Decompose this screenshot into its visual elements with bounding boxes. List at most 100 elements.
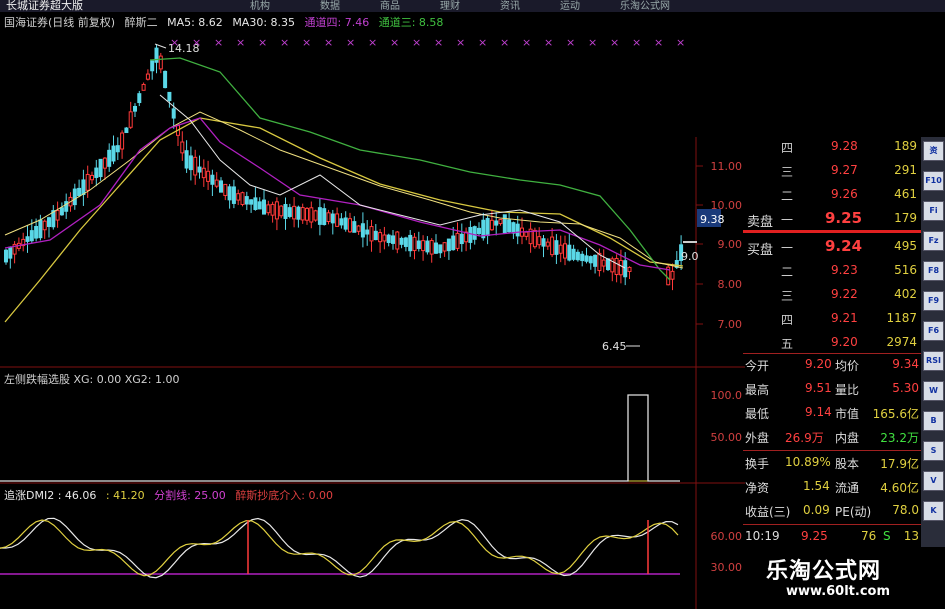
sidebar-button[interactable]: Fz	[923, 231, 944, 251]
bid-volume: 516	[894, 263, 917, 277]
candle-body	[412, 236, 417, 252]
candle-body	[515, 223, 520, 237]
candle-body	[124, 127, 129, 134]
signal-marker: ×	[236, 36, 245, 49]
candle-body	[137, 93, 142, 104]
candle-body	[575, 251, 580, 261]
bid-row-4: 四 9.21 1187	[743, 309, 921, 330]
signal-marker: ×	[566, 36, 575, 49]
bid-price: 9.23	[831, 263, 858, 277]
candle-body	[111, 145, 116, 162]
sidebar-button[interactable]: F8	[923, 261, 944, 281]
candle-body	[158, 55, 163, 70]
sidebar-button[interactable]: RSI	[923, 351, 944, 371]
sidebar-button[interactable]: F9	[923, 291, 944, 311]
signal-marker: ×	[456, 36, 465, 49]
candle-body	[98, 158, 103, 178]
stat-label: PE(动)	[835, 505, 872, 519]
candle-body	[34, 226, 39, 239]
candle-body	[85, 173, 90, 191]
signal-marker: ×	[280, 36, 289, 49]
candle-body	[219, 180, 223, 193]
candle-body	[356, 225, 361, 232]
bid-price: 9.22	[831, 287, 858, 301]
bid-price: 9.21	[831, 311, 858, 325]
signal-marker: ×	[324, 36, 333, 49]
candle-body	[317, 207, 322, 225]
candle-body	[537, 236, 542, 246]
stat-value: 26.9万	[785, 431, 824, 445]
stat-row: 今开 9.20 均价 9.34	[743, 355, 921, 376]
candle-body	[455, 232, 460, 249]
stat-label: 市值	[835, 407, 860, 421]
sidebar-button[interactable]: S	[923, 441, 944, 461]
candle-body	[236, 193, 241, 201]
low-price-label: 6.45	[602, 340, 627, 353]
sidebar-button[interactable]: F6	[923, 321, 944, 341]
level-label: 五	[781, 337, 794, 351]
signal-marker: ×	[258, 36, 267, 49]
candle-body	[378, 232, 383, 243]
candle-body	[468, 226, 473, 243]
sidebar-button[interactable]: V	[923, 471, 944, 491]
candle-body	[309, 207, 314, 223]
stat-label: 收益(三)	[745, 505, 791, 519]
ask-row-3: 三 9.27 291	[743, 161, 921, 182]
candle-body	[408, 234, 413, 252]
sidebar-button[interactable]: B	[923, 411, 944, 431]
stat-value: 4.60亿	[880, 481, 919, 495]
ask-row-4: 四 9.28 189	[743, 137, 921, 158]
stat-row: 最高 9.51 量比 5.30	[743, 379, 921, 400]
stat-row: 净资 1.54 流通 4.60亿	[743, 477, 921, 498]
candle-body	[442, 242, 447, 252]
sidebar-button[interactable]: 资	[923, 141, 944, 161]
signal-marker: ×	[676, 36, 685, 49]
candle-body	[614, 257, 619, 275]
candle-body	[567, 244, 572, 261]
candle-body	[343, 217, 348, 230]
signal-marker: ×	[390, 36, 399, 49]
sidebar-button[interactable]: W	[923, 381, 944, 401]
candle-body	[300, 207, 305, 221]
ask-volume: 291	[894, 163, 917, 177]
ask-price: 9.25	[825, 209, 863, 227]
bid-price: 9.20	[831, 335, 858, 349]
stat-value: 5.30	[892, 381, 919, 395]
candle-body	[348, 218, 352, 233]
ask-price: 9.28	[831, 139, 858, 153]
divider	[743, 353, 921, 354]
candle-body	[502, 214, 507, 234]
candle-body	[107, 149, 112, 167]
sidebar-button[interactable]: Fi	[923, 201, 944, 221]
candle-body	[305, 207, 309, 221]
stat-row: 外盘 26.9万 内盘 23.2万	[743, 427, 921, 448]
candle-body	[584, 255, 589, 262]
candle-body	[180, 141, 185, 154]
candle-body	[511, 222, 516, 234]
dmi-value2: : 41.20	[105, 489, 145, 502]
candle-body	[399, 237, 404, 245]
candle-body	[571, 248, 576, 260]
sidebar-button[interactable]: F10	[923, 171, 944, 191]
candle-body	[563, 243, 567, 259]
candle-body	[47, 217, 51, 227]
sidebar-button[interactable]: K	[923, 501, 944, 521]
bid-row-2: 二 9.23 516	[743, 261, 921, 282]
candle-body	[55, 210, 60, 221]
candle-body	[25, 236, 30, 242]
level-label: 四	[781, 141, 794, 155]
candle-body	[262, 199, 266, 215]
bid-volume: 1187	[886, 311, 917, 325]
kline-chart[interactable]: 11.0010.009.008.007.00100.050.0060.0030.…	[0, 0, 745, 609]
buy-label: 买盘	[747, 243, 774, 258]
bid-volume: 402	[894, 287, 917, 301]
watermark-url: www.60lt.com	[786, 584, 891, 599]
signal-marker: ×	[170, 36, 179, 49]
candle-body	[322, 208, 327, 226]
signal-marker: ×	[478, 36, 487, 49]
signal-marker: ×	[500, 36, 509, 49]
price-axis-label: 11.00	[711, 160, 743, 173]
candle-body	[274, 201, 279, 220]
candle-body	[141, 83, 146, 91]
stat-label: 今开	[745, 359, 770, 373]
